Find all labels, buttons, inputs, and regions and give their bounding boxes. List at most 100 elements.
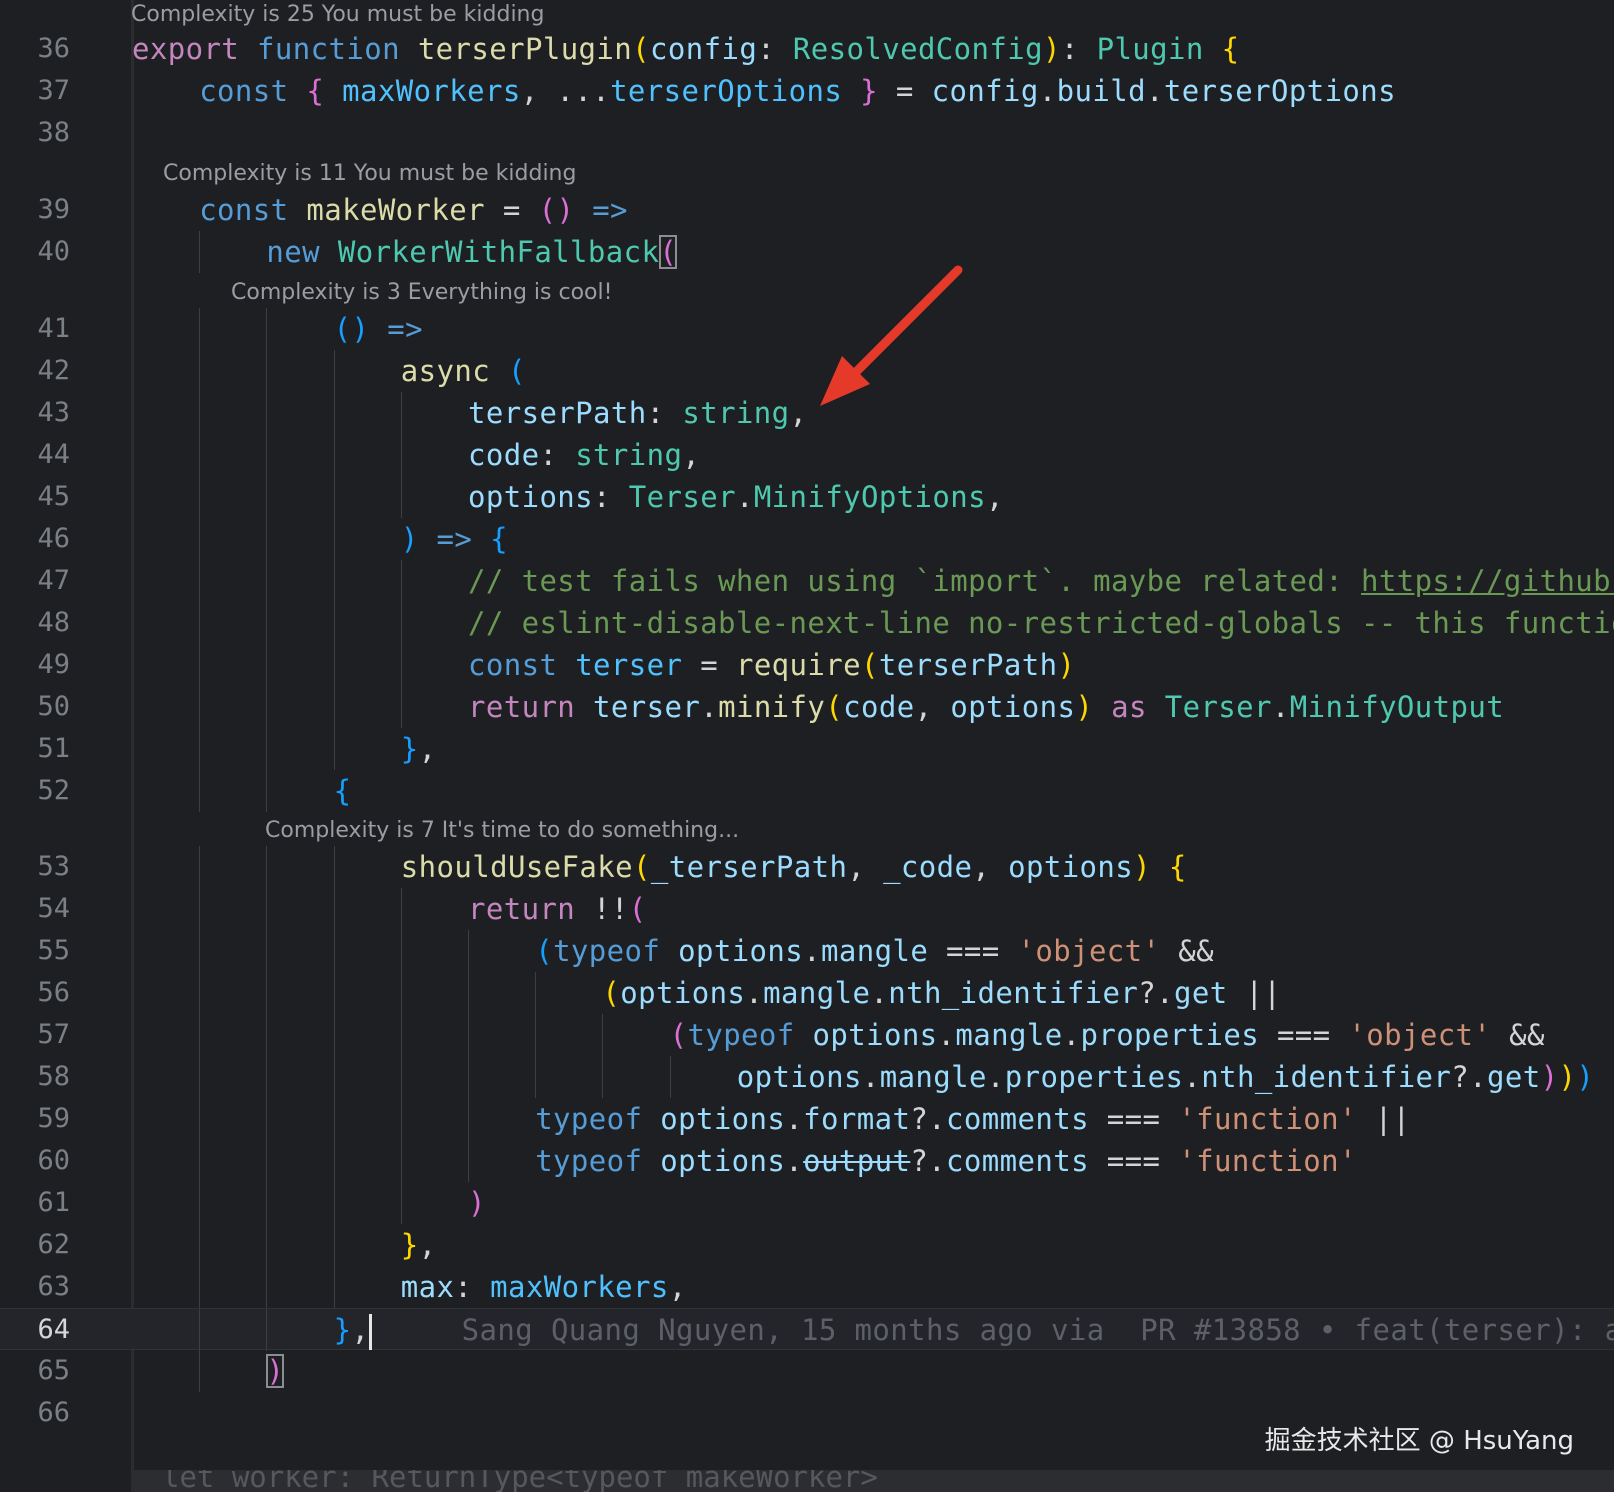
indent-guide <box>199 888 201 930</box>
code-token: build <box>1056 74 1146 108</box>
code-token: terserOptions <box>1163 74 1397 108</box>
codelens-complexity[interactable]: Complexity is 11 You must be kidding <box>163 159 576 189</box>
codelens-complexity[interactable]: Complexity is 25 You must be kidding <box>131 0 544 30</box>
line-number: 54 <box>37 893 70 924</box>
code-token: : <box>646 396 683 430</box>
indent-guide <box>400 392 402 434</box>
indent-guide <box>266 350 268 392</box>
code-token: : <box>593 480 629 514</box>
code-text: ) <box>468 1182 486 1224</box>
code-line[interactable]: 51}, <box>0 728 1614 770</box>
code-line[interactable]: 41 () => <box>0 308 1614 350</box>
code-line[interactable]: 60 typeof options.output?.comments === 'f… <box>0 1140 1614 1182</box>
indent-guide <box>199 1182 201 1224</box>
indent-guide <box>199 560 201 602</box>
code-line[interactable]: 56 (options.mangle.nth_identifier?.get || <box>0 972 1614 1014</box>
indent-guide <box>266 1014 268 1056</box>
line-number: 45 <box>37 481 70 512</box>
code-line[interactable]: 38 <box>0 112 1614 154</box>
code-line[interactable]: 59 typeof options.format?.comments === 'f… <box>0 1098 1614 1140</box>
code-token: . <box>1271 690 1290 724</box>
code-token: mangle <box>763 976 871 1010</box>
code-token: . <box>937 1018 956 1052</box>
code-line[interactable]: 54 return !!( <box>0 888 1614 930</box>
code-line[interactable]: 45 options: Terser.MinifyOptions, <box>0 476 1614 518</box>
indent-guide <box>199 728 201 770</box>
code-token: . <box>861 1060 880 1094</box>
code-token: && <box>1160 934 1214 968</box>
code-token: () <box>333 312 370 346</box>
code-token: ) <box>1133 850 1152 884</box>
indent-guide <box>199 602 201 644</box>
code-token: code <box>468 438 540 472</box>
code-line[interactable]: 58 options.mangle.properties.nth_identifi… <box>0 1056 1614 1098</box>
code-line-current[interactable]: 64}, Sang Quang Nguyen, 15 months ago vi… <box>0 1308 1614 1351</box>
code-text: return terser.minify(code, options) as T… <box>468 686 1504 728</box>
code-token: WorkerWithFallback <box>337 235 660 269</box>
indent-guide <box>266 602 268 644</box>
code-line[interactable]: 49 const terser = require(terserPath) <box>0 644 1614 686</box>
code-token: ( <box>535 934 554 968</box>
code-token: . <box>1062 1018 1081 1052</box>
indent-guide <box>400 1140 402 1182</box>
code-token: , <box>668 1270 687 1304</box>
code-line[interactable]: 47 // test fails when using `import`. may… <box>0 560 1614 602</box>
code-token: format <box>803 1102 911 1136</box>
indent-guide <box>199 231 201 273</box>
code-token: mangle <box>955 1018 1063 1052</box>
code-token: ( <box>669 1018 688 1052</box>
code-line[interactable]: 48 // eslint-disable-next-line no-restric… <box>0 602 1614 644</box>
code-line[interactable]: 43 terserPath: string, <box>0 392 1614 434</box>
code-text: () => <box>334 308 423 350</box>
code-line[interactable]: 53 shouldUseFake(_terserPath, _code, opti… <box>0 846 1614 888</box>
indent-guide <box>266 308 268 350</box>
code-line[interactable]: 39 const makeWorker = () => <box>0 189 1614 231</box>
indent-guide <box>333 1014 335 1056</box>
watermark-text: 掘金技术社区 @ HsuYang <box>1264 1426 1574 1456</box>
indent-guide <box>333 846 335 888</box>
code-token: const <box>468 648 558 682</box>
codelens-complexity[interactable]: Complexity is 3 Everything is cool! <box>231 278 612 308</box>
code-line[interactable]: 65) <box>0 1350 1614 1392</box>
code-line[interactable]: 52 { <box>0 770 1614 812</box>
code-token: => <box>436 522 473 556</box>
indent-guide <box>400 686 402 728</box>
code-token: get <box>1174 976 1228 1010</box>
code-line[interactable]: 44 code: string, <box>0 434 1614 476</box>
code-token: Terser <box>628 480 736 514</box>
code-line[interactable]: 57 (typeof options.mangle.properties === … <box>0 1014 1614 1056</box>
code-line[interactable]: 61) <box>0 1182 1614 1224</box>
code-token: 'function' <box>1178 1102 1357 1136</box>
code-token: nth_identifier <box>1201 1060 1452 1094</box>
code-token: config <box>650 32 758 66</box>
indent-guide <box>400 1182 402 1224</box>
code-token: // eslint-disable-next-line no-restricte… <box>468 606 1614 640</box>
code-line[interactable]: 55 (typeof options.mangle === 'object' && <box>0 930 1614 972</box>
indent-guide <box>400 1098 402 1140</box>
next-line-peek: let worker: ReturnType<typeof makeWorker… <box>134 1470 1614 1492</box>
codelens-complexity[interactable]: Complexity is 7 It's time to do somethin… <box>265 816 739 846</box>
code-line[interactable]: 40 new WorkerWithFallback( <box>0 231 1614 273</box>
code-line[interactable]: 37 const { maxWorkers, ...terserOptions }… <box>0 70 1614 112</box>
code-editor[interactable]: Complexity is 25 You must be kidding Comp… <box>0 0 1614 1492</box>
code-token: typeof <box>535 1102 643 1136</box>
code-token: options <box>950 690 1076 724</box>
code-token: { <box>1221 32 1240 66</box>
code-token: : <box>454 1270 491 1304</box>
line-number: 41 <box>37 313 70 344</box>
code-line[interactable]: 36 export function terserPlugin(config: R… <box>0 28 1614 70</box>
code-token: max <box>400 1270 455 1304</box>
indent-guide <box>468 1056 469 1098</box>
line-number: 43 <box>37 397 70 428</box>
code-line[interactable]: 46) => { <box>0 518 1614 560</box>
indent-guide <box>199 476 201 518</box>
code-line[interactable]: 50 return terser.minify(code, options) as… <box>0 686 1614 728</box>
code-token: ( <box>628 892 647 926</box>
code-line[interactable]: 62}, <box>0 1224 1614 1266</box>
code-token: { <box>306 74 325 108</box>
code-token: { <box>333 774 352 808</box>
code-token: , <box>418 732 437 766</box>
code-line[interactable]: 42 async ( <box>0 350 1614 392</box>
code-line[interactable]: 63 max: maxWorkers, <box>0 1266 1614 1308</box>
